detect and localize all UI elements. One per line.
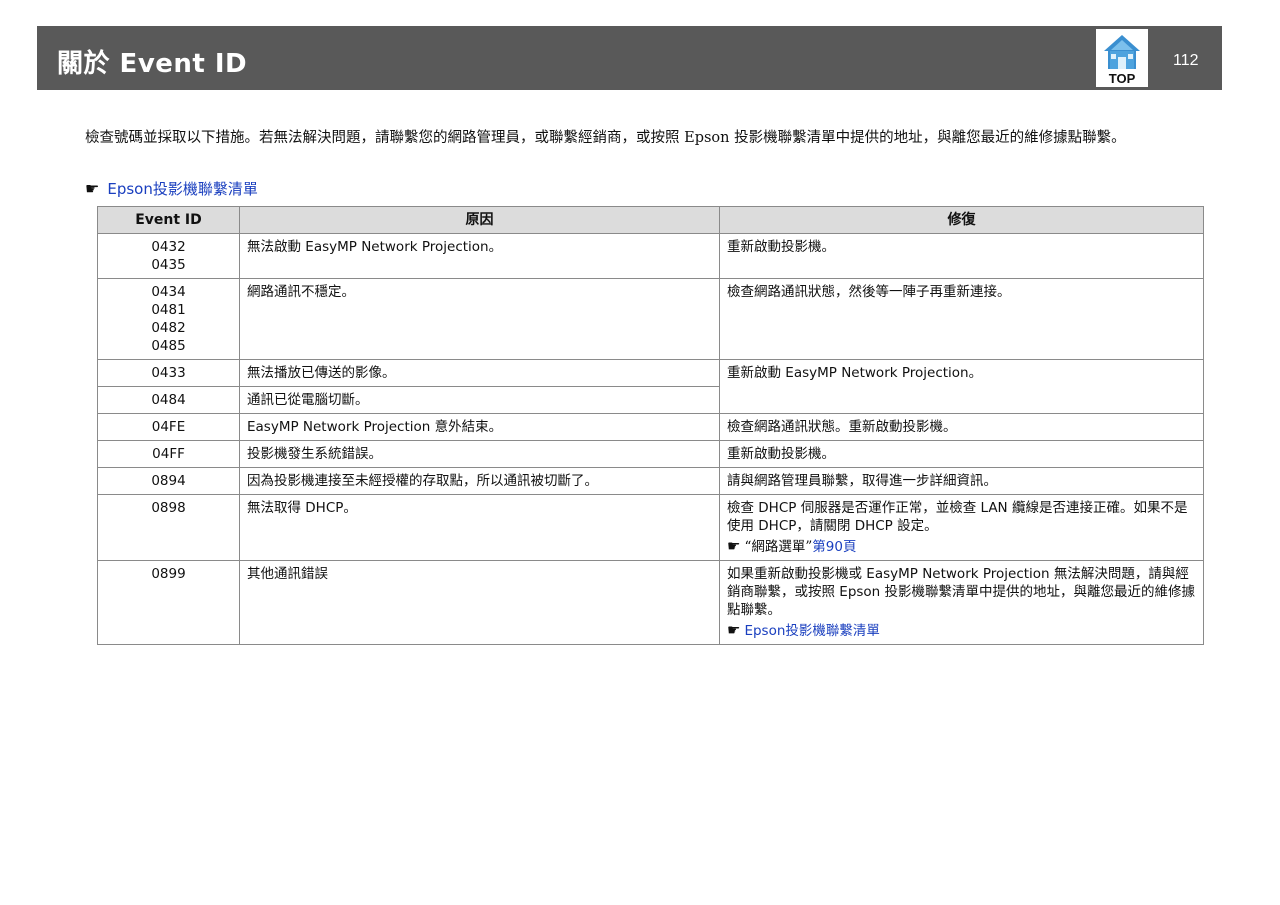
event-id-cell: 04FF xyxy=(97,440,240,468)
cause-cell: 通訊已從電腦切斷。 xyxy=(239,386,720,414)
table-row: 0432 0435 無法啟動 EasyMP Network Projection… xyxy=(97,233,1204,279)
event-id: 0433 xyxy=(151,365,186,381)
event-id: 0432 xyxy=(151,239,186,255)
event-id-cell: 0433 xyxy=(97,359,240,387)
cause-cell: 其他通訊錯誤 xyxy=(239,560,720,645)
home-icon: TOP xyxy=(1097,30,1147,86)
fix-cell: 重新啟動投影機。 xyxy=(719,233,1204,279)
fix-cell: 重新啟動 EasyMP Network Projection。 xyxy=(719,359,1204,414)
event-id: 0485 xyxy=(151,338,186,354)
network-menu-reference: ☛ “網路選單”第90頁 xyxy=(727,537,1196,556)
table-row: 0434 0481 0482 0485 網路通訊不穩定。 檢查網路通訊狀態，然後… xyxy=(97,278,1204,360)
event-id: 0484 xyxy=(151,392,186,408)
contact-list-link[interactable]: Epson投影機聯繫清單 xyxy=(744,623,879,639)
column-header-cause: 原因 xyxy=(239,206,720,234)
cause-cell: EasyMP Network Projection 意外結束。 xyxy=(239,413,720,441)
event-id-cell: 04FE xyxy=(97,413,240,441)
contact-list-link[interactable]: Epson投影機聯繫清單 xyxy=(107,180,258,198)
pointing-hand-icon: ☛ xyxy=(727,621,741,639)
column-header-fix: 修復 xyxy=(719,206,1204,234)
event-id-cell: 0432 0435 xyxy=(97,233,240,279)
page-number: 112 xyxy=(1173,52,1199,69)
fix-cell: 如果重新啟動投影機或 EasyMP Network Projection 無法解… xyxy=(719,560,1204,645)
event-id-cell: 0434 0481 0482 0485 xyxy=(97,278,240,360)
table-row: 0433 無法播放已傳送的影像。 重新啟動 EasyMP Network Pro… xyxy=(97,359,1204,414)
fix-cell: 重新啟動投影機。 xyxy=(719,440,1204,468)
cause-cell: 無法播放已傳送的影像。 xyxy=(239,359,720,387)
event-id: 0894 xyxy=(151,473,186,489)
fix-cell: 檢查網路通訊狀態。重新啟動投影機。 xyxy=(719,413,1204,441)
table-row: 0899 其他通訊錯誤 如果重新啟動投影機或 EasyMP Network Pr… xyxy=(97,560,1204,645)
page-90-link[interactable]: 第90頁 xyxy=(812,539,856,555)
event-id-cell: 0898 xyxy=(97,494,240,561)
cause-cell: 因為投影機連接至未經授權的存取點，所以通訊被切斷了。 xyxy=(239,467,720,495)
fix-cell: 檢查網路通訊狀態，然後等一陣子再重新連接。 xyxy=(719,278,1204,360)
fix-cell: 檢查 DHCP 伺服器是否運作正常，並檢查 LAN 纜線是否連接正確。如果不是使… xyxy=(719,494,1204,561)
cause-cell: 無法啟動 EasyMP Network Projection。 xyxy=(239,233,720,279)
pointing-hand-icon: ☛ xyxy=(727,537,741,555)
event-id: 04FE xyxy=(151,419,186,435)
cause-cell: 網路通訊不穩定。 xyxy=(239,278,720,360)
table-row: 0894 因為投影機連接至未經授權的存取點，所以通訊被切斷了。 請與網路管理員聯… xyxy=(97,467,1204,495)
event-id: 0481 xyxy=(151,302,186,318)
contact-list-reference: ☛ Epson投影機聯繫清單 xyxy=(727,621,1196,640)
fix-text: 檢查 DHCP 伺服器是否運作正常，並檢查 LAN 纜線是否連接正確。如果不是使… xyxy=(727,500,1188,534)
page-header: 關於 Event ID TOP 112 xyxy=(37,26,1222,90)
event-id: 0434 xyxy=(151,284,186,300)
column-header-event-id: Event ID xyxy=(97,206,240,234)
table-row: 04FF 投影機發生系統錯誤。 重新啟動投影機。 xyxy=(97,440,1204,468)
event-id-table: Event ID 原因 修復 0432 0435 無法啟動 EasyMP Net… xyxy=(97,206,1204,645)
intro-paragraph: 檢查號碼並採取以下措施。若無法解決問題，請聯繫您的網路管理員，或聯繫經銷商，或按… xyxy=(85,130,1126,146)
table-row: 04FE EasyMP Network Projection 意外結束。 檢查網… xyxy=(97,413,1204,441)
cause-cell: 投影機發生系統錯誤。 xyxy=(239,440,720,468)
event-id: 0435 xyxy=(151,257,186,273)
fix-cell: 請與網路管理員聯繫，取得進一步詳細資訊。 xyxy=(719,467,1204,495)
pointing-hand-icon: ☛ xyxy=(85,179,100,198)
contact-list-reference: ☛ Epson投影機聯繫清單 xyxy=(85,179,258,199)
event-id: 04FF xyxy=(152,446,185,462)
event-id-cell: 0894 xyxy=(97,467,240,495)
event-id-cell: 0899 xyxy=(97,560,240,645)
event-id: 0898 xyxy=(151,500,186,516)
event-id: 0482 xyxy=(151,320,186,336)
event-id-cell: 0484 xyxy=(97,386,240,414)
table-row: 0898 無法取得 DHCP。 檢查 DHCP 伺服器是否運作正常，並檢查 LA… xyxy=(97,494,1204,561)
cause-cell: 無法取得 DHCP。 xyxy=(239,494,720,561)
top-label: TOP xyxy=(1109,71,1136,86)
network-menu-quote: “網路選單” xyxy=(744,539,813,555)
top-button[interactable]: TOP xyxy=(1096,29,1148,87)
fix-text: 如果重新啟動投影機或 EasyMP Network Projection 無法解… xyxy=(727,566,1196,618)
page-title: 關於 Event ID xyxy=(57,49,248,79)
event-id: 0899 xyxy=(151,566,186,582)
table-header-row: Event ID 原因 修復 xyxy=(97,206,1204,234)
